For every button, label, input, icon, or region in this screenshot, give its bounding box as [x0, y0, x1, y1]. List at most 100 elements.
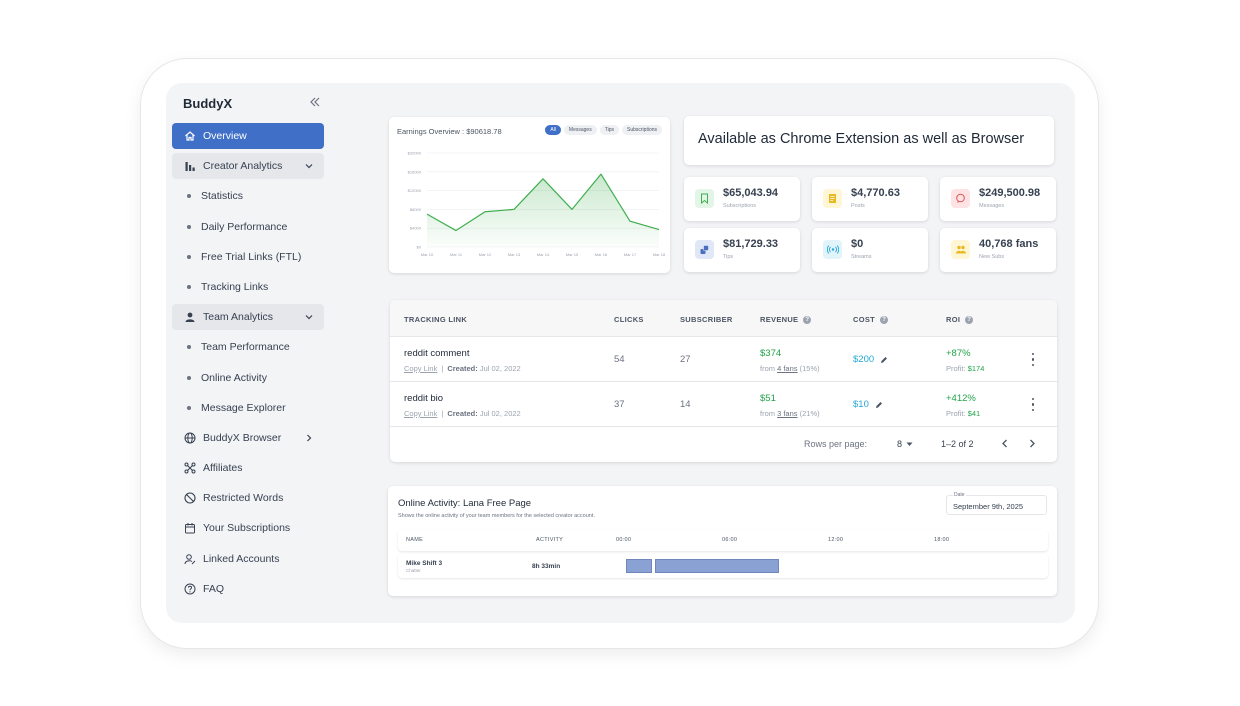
column-header-tracking-link[interactable]: TRACKING LINK [404, 315, 467, 324]
sidebar-item-overview[interactable]: Overview [172, 123, 324, 149]
copy-link[interactable]: Copy Link [404, 409, 437, 418]
chevron-right-icon [307, 434, 312, 442]
sidebar-item-statistics[interactable]: Statistics [172, 183, 324, 209]
timeline-tick: 06:00 [722, 537, 738, 543]
user-icon [183, 311, 196, 324]
sidebar-nav: Overview Creator Analytics Statistics Da… [172, 123, 324, 606]
sidebar-item-faq[interactable]: FAQ [172, 576, 324, 602]
activity-table-header: NAME ACTIVITY 00:00 06:00 12:00 18:00 [398, 530, 1048, 551]
sidebar: BuddyX Overview Creator Analytics Statis… [166, 83, 336, 623]
filter-pill-all[interactable]: All [545, 125, 561, 135]
more-options-icon[interactable] [1031, 398, 1035, 411]
sidebar-item-label: Online Activity [201, 371, 267, 384]
help-icon[interactable]: ? [803, 315, 812, 324]
revenue-detail: from 4 fans (15%) [760, 364, 820, 373]
fans-link[interactable]: 3 fans [777, 409, 797, 418]
sidebar-item-label: FAQ [203, 582, 225, 595]
activity-bar[interactable] [626, 559, 652, 573]
stat-value: $81,729.33 [723, 238, 779, 250]
sidebar-item-label: Overview [203, 130, 247, 142]
collapse-sidebar-icon[interactable] [309, 96, 321, 108]
filter-pill-subscriptions[interactable]: Subscriptions [621, 125, 662, 135]
users-icon [951, 240, 970, 259]
sidebar-item-label: Team Performance [201, 341, 290, 354]
member-name: Mike Shift 3 [406, 560, 443, 567]
chat-icon [951, 189, 970, 208]
stat-value: $249,500.98 [979, 187, 1041, 199]
rows-per-page-select[interactable]: 8 [897, 439, 913, 449]
bullet-icon [187, 375, 191, 380]
timeline-tick: 12:00 [828, 537, 844, 543]
chevron-left-icon[interactable] [1000, 438, 1010, 449]
column-header-roi[interactable]: ROI? [946, 315, 974, 324]
created-date: Jul 02, 2022 [479, 364, 521, 373]
activity-row: Mike Shift 3 Chatter 8h 33min [398, 554, 1048, 578]
stat-label: Streams [851, 254, 872, 260]
column-header-revenue[interactable]: REVENUE? [760, 315, 812, 324]
earnings-filter-pills: All Messages Tips Subscriptions [545, 125, 662, 135]
ban-icon [183, 492, 196, 505]
sidebar-item-free-trial-links[interactable]: Free Trial Links (FTL) [172, 244, 324, 270]
sidebar-item-label: Affiliates [203, 462, 243, 475]
clicks-value: 37 [614, 399, 625, 410]
bullet-icon [187, 405, 191, 410]
sidebar-item-message-explorer[interactable]: Message Explorer [172, 395, 324, 421]
sidebar-item-tracking-links[interactable]: Tracking Links [172, 274, 324, 300]
chevron-right-icon[interactable] [1027, 438, 1037, 449]
stat-value: $65,043.94 [723, 187, 779, 199]
clicks-value: 54 [614, 354, 625, 365]
sidebar-item-your-subscriptions[interactable]: Your Subscriptions [172, 515, 324, 541]
sidebar-item-affiliates[interactable]: Affiliates [172, 455, 324, 481]
stat-card-tips: $81,729.33 Tips [684, 228, 800, 272]
stat-label: Subscriptions [723, 203, 757, 209]
sidebar-item-label: Daily Performance [201, 220, 288, 233]
created-label: Created: [447, 364, 478, 373]
broadcast-icon [823, 240, 842, 259]
copy-link[interactable]: Copy Link [404, 364, 437, 373]
online-activity-card: Online Activity: Lana Free Page Shows th… [388, 486, 1057, 596]
rows-per-page-label: Rows per page: [804, 439, 868, 449]
help-icon[interactable]: ? [965, 315, 974, 324]
x-tick-label: Mar 18 [653, 252, 666, 257]
sidebar-item-label: Linked Accounts [203, 552, 280, 565]
x-tick-label: Mar 17 [624, 252, 637, 257]
timeline-tick: 00:00 [616, 537, 632, 543]
edit-icon[interactable] [880, 356, 888, 364]
sidebar-item-team-analytics[interactable]: Team Analytics [172, 304, 324, 331]
online-activity-subtitle: Shows the online activity of your team m… [398, 513, 595, 519]
subscriber-value: 27 [680, 354, 691, 365]
sidebar-item-team-performance[interactable]: Team Performance [172, 334, 324, 360]
sidebar-item-online-activity[interactable]: Online Activity [172, 365, 324, 391]
sidebar-item-buddyx-browser[interactable]: BuddyX Browser [172, 425, 324, 451]
pagination-range: 1–2 of 2 [941, 439, 974, 449]
column-header-cost[interactable]: COST? [853, 315, 889, 324]
tracking-link-name: reddit comment [404, 348, 470, 359]
date-picker[interactable]: Date September 9th, 2025 [946, 492, 1047, 515]
stat-card-streams: $0 Streams [812, 228, 928, 272]
coins-icon [695, 240, 714, 259]
y-tick-label: $12000 [408, 188, 422, 193]
sidebar-item-creator-analytics[interactable]: Creator Analytics [172, 153, 324, 180]
bullet-icon [187, 284, 191, 289]
earnings-overview-card: Earnings Overview : $90618.78 All Messag… [389, 117, 670, 273]
y-tick-label: $4000 [410, 226, 422, 231]
online-activity-title: Online Activity: Lana Free Page [398, 498, 532, 509]
filter-pill-messages[interactable]: Messages [563, 125, 597, 135]
user-link-icon [183, 552, 196, 565]
filter-pill-tips[interactable]: Tips [599, 125, 619, 135]
subscriber-value: 14 [680, 399, 691, 410]
globe-icon [183, 431, 196, 444]
tracking-link-meta: Copy Link | Created: Jul 02, 2022 [404, 364, 521, 373]
sidebar-item-restricted-words[interactable]: Restricted Words [172, 485, 324, 511]
help-icon[interactable]: ? [880, 315, 889, 324]
edit-icon[interactable] [875, 401, 883, 409]
table-row: reddit bio Copy Link | Created: Jul 02, 20… [390, 382, 1057, 427]
more-options-icon[interactable] [1031, 353, 1035, 366]
sidebar-item-daily-performance[interactable]: Daily Performance [172, 214, 324, 240]
sidebar-item-linked-accounts[interactable]: Linked Accounts [172, 546, 324, 572]
column-header-clicks[interactable]: CLICKS [614, 315, 644, 324]
sidebar-item-label: Message Explorer [201, 401, 286, 414]
fans-link[interactable]: 4 fans [777, 364, 797, 373]
activity-bar[interactable] [655, 559, 779, 573]
column-header-subscriber[interactable]: SUBSCRIBER [680, 315, 733, 324]
